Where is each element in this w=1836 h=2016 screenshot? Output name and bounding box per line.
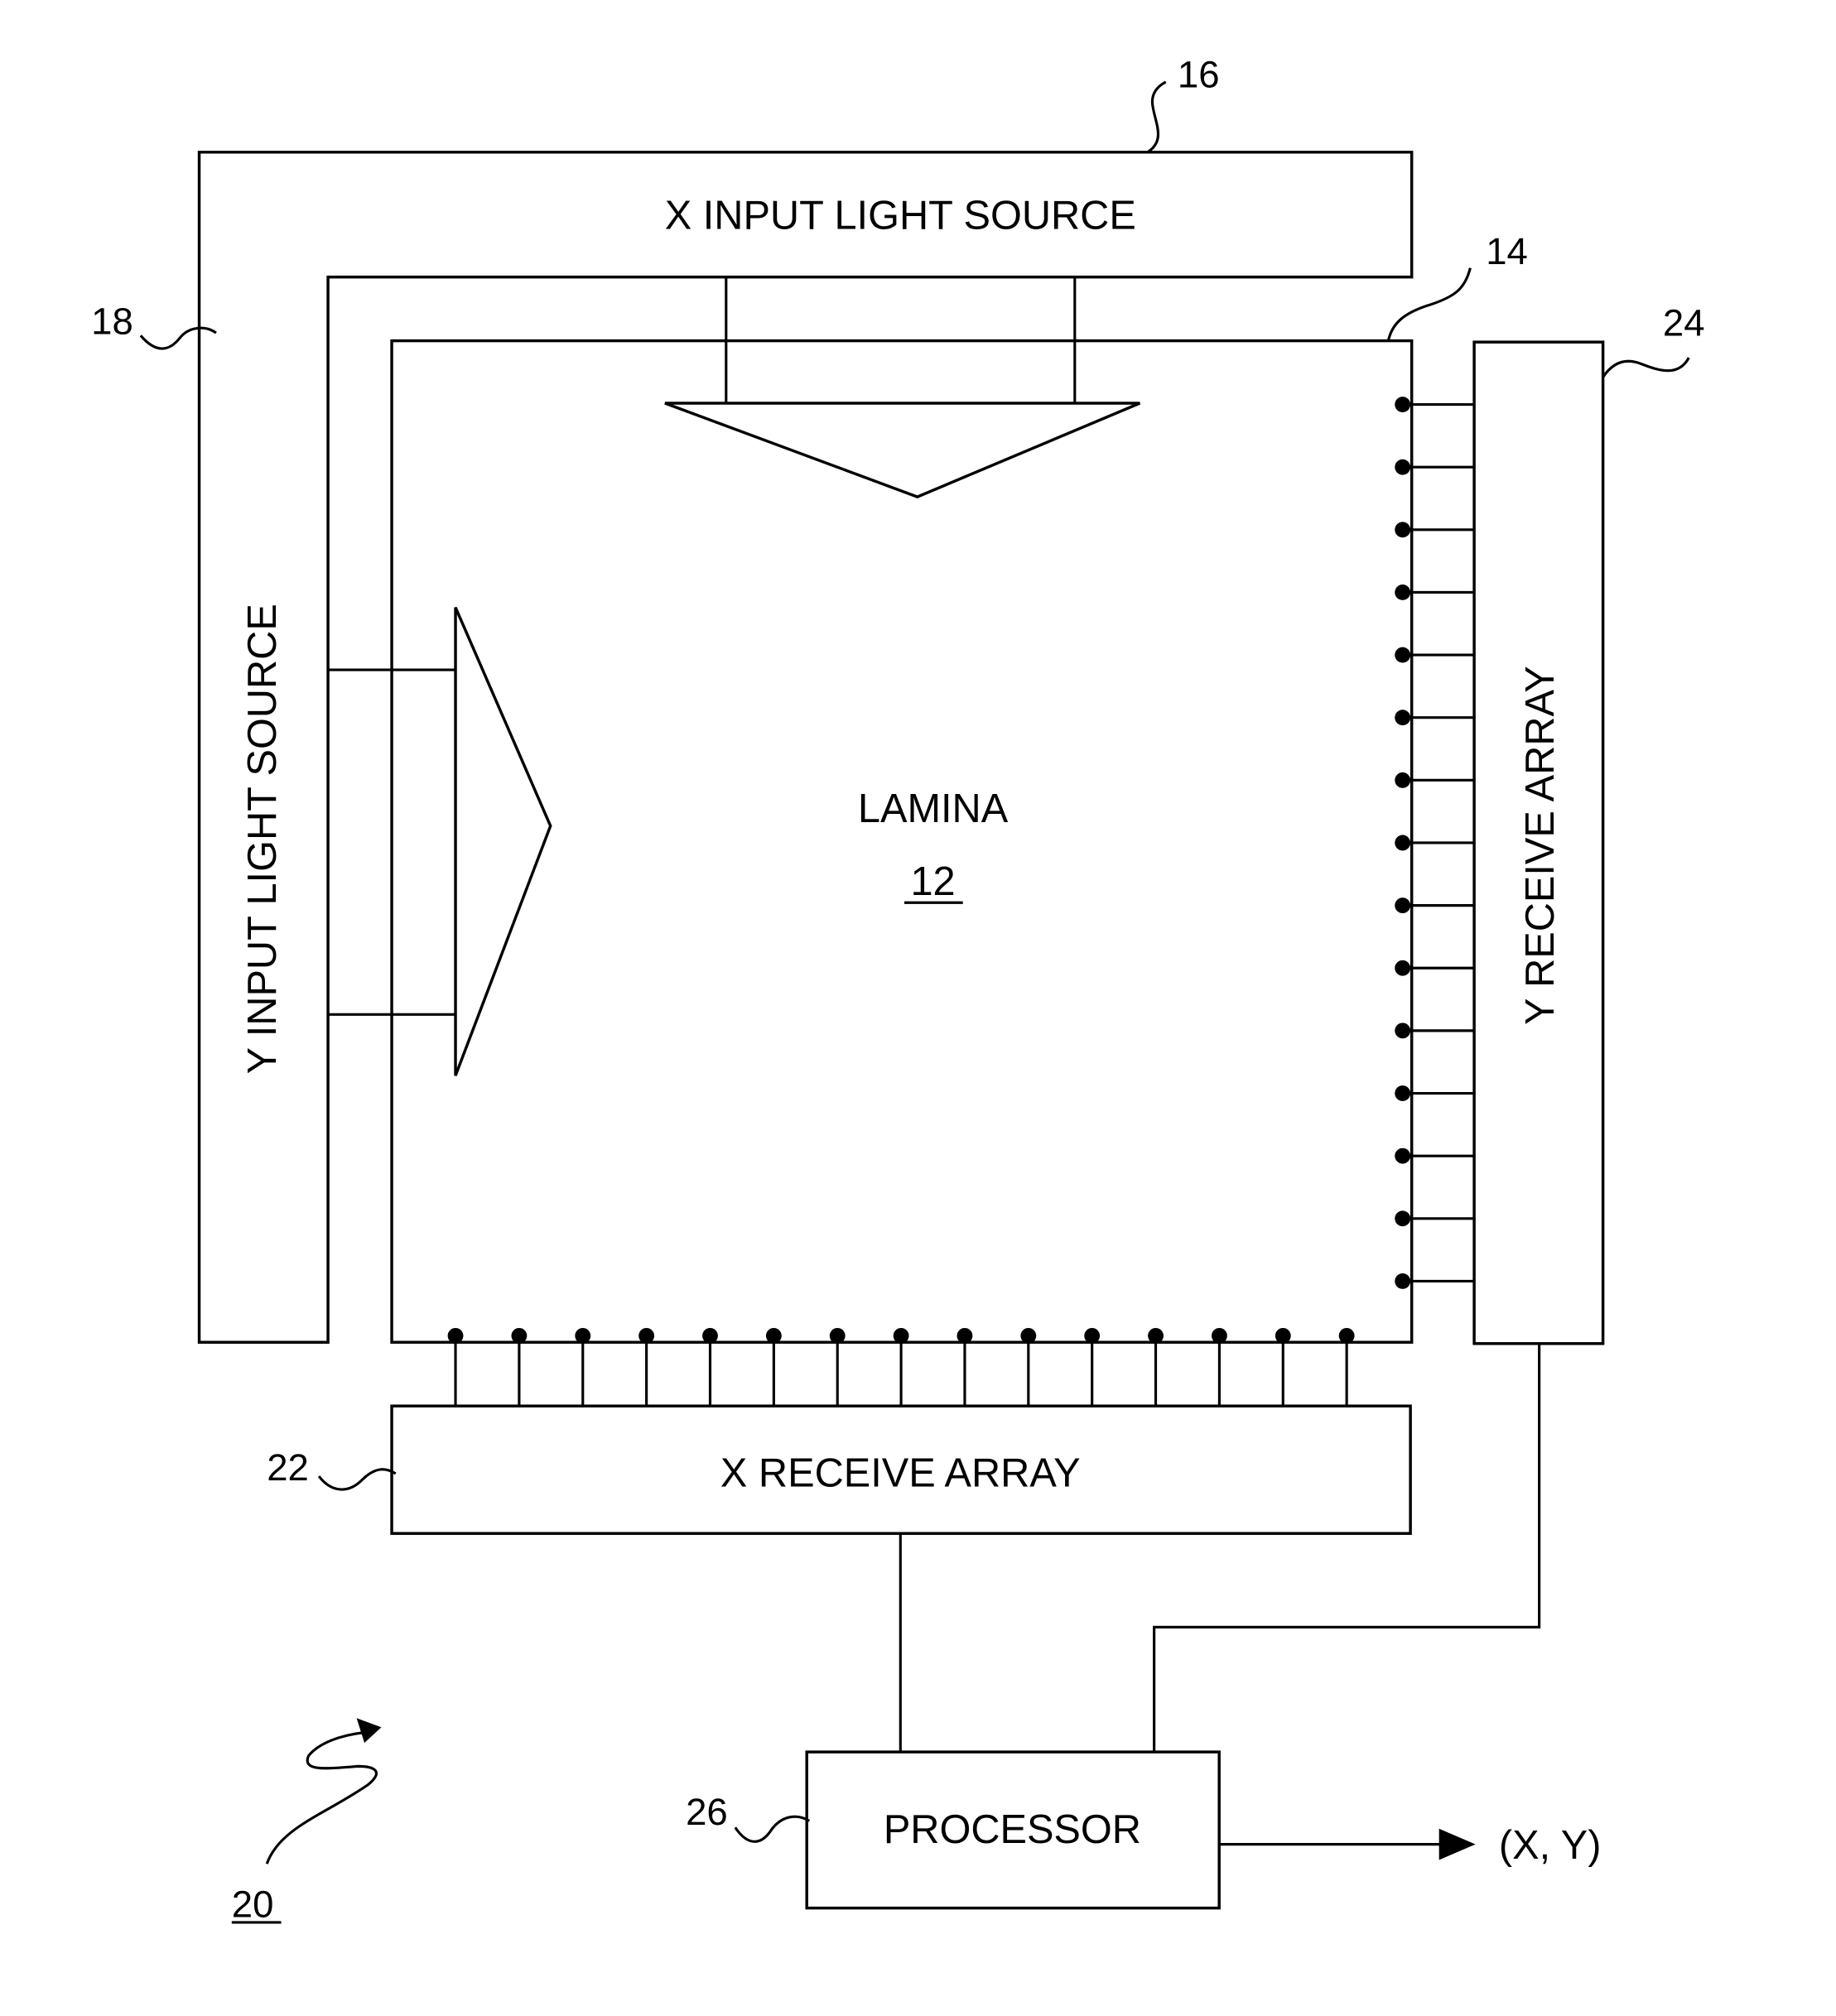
leader-14 bbox=[1386, 267, 1472, 341]
ref-16: 16 bbox=[1178, 53, 1220, 95]
output-arrow-icon bbox=[1438, 1828, 1476, 1860]
squiggle-arrowhead-icon bbox=[356, 1718, 382, 1744]
x-receiver-dot bbox=[1275, 1327, 1291, 1344]
x-receiver-dot bbox=[575, 1327, 591, 1344]
y-receiver-dot bbox=[1395, 647, 1411, 663]
output-coordinates-label: (X, Y) bbox=[1499, 1823, 1602, 1868]
x-receiver-dot bbox=[829, 1327, 846, 1344]
y-receiver-dot bbox=[1395, 585, 1411, 600]
y-receiver-dot bbox=[1395, 897, 1411, 914]
x-input-light-source-label: X INPUT LIGHT SOURCE bbox=[665, 193, 1136, 238]
x-receiver-dot bbox=[765, 1327, 782, 1344]
x-receiver-dot bbox=[1211, 1327, 1227, 1344]
leader-24 bbox=[1602, 357, 1690, 378]
y-receiver-dot bbox=[1395, 1085, 1411, 1101]
ref-22: 22 bbox=[267, 1446, 309, 1489]
y-receiver-dot bbox=[1395, 835, 1411, 851]
y-receivers bbox=[1395, 397, 1475, 1289]
lamina-ref: 12 bbox=[910, 859, 955, 904]
processor-label: PROCESSOR bbox=[884, 1807, 1141, 1852]
y-receiver-dot bbox=[1395, 397, 1411, 412]
y-receiver-dot bbox=[1395, 1022, 1411, 1039]
y-input-light-source-label: Y INPUT LIGHT SOURCE bbox=[240, 604, 285, 1074]
patent-diagram: X INPUT LIGHT SOURCE Y INPUT LIGHT SOURC… bbox=[91, 53, 1705, 1926]
y-receiver-dot bbox=[1395, 960, 1411, 976]
lamina-label: LAMINA bbox=[858, 787, 1009, 831]
y-receiver-dot bbox=[1395, 1148, 1411, 1164]
x-receiver-dot bbox=[1020, 1327, 1037, 1344]
x-receive-array-label: X RECEIVE ARRAY bbox=[720, 1451, 1081, 1496]
figure-ref-20: 20 bbox=[232, 1884, 274, 1926]
x-receiver-dot bbox=[893, 1327, 909, 1344]
x-receiver-dot bbox=[511, 1327, 528, 1344]
x-receiver-dot bbox=[1338, 1327, 1355, 1344]
leader-16 bbox=[1146, 80, 1167, 154]
y-receiver-dot bbox=[1395, 710, 1411, 726]
leader-26 bbox=[734, 1815, 811, 1843]
y-receive-array-label: Y RECEIVE ARRAY bbox=[1518, 666, 1563, 1025]
x-receiver-dot bbox=[447, 1327, 464, 1344]
ref-26: 26 bbox=[686, 1791, 728, 1833]
squiggle-arrow-icon bbox=[265, 1730, 378, 1864]
y-receiver-dot bbox=[1395, 1210, 1411, 1227]
y-receiver-dot bbox=[1395, 522, 1411, 538]
ref-24: 24 bbox=[1663, 301, 1705, 344]
ref-18: 18 bbox=[91, 301, 133, 343]
y-receiver-dot bbox=[1395, 1273, 1411, 1289]
x-receiver-dot bbox=[702, 1327, 718, 1344]
x-receiver-dot bbox=[1148, 1327, 1164, 1344]
x-receiver-dot bbox=[1084, 1327, 1101, 1344]
y-receiver-dot bbox=[1395, 772, 1411, 788]
y-receiver-dot bbox=[1395, 459, 1411, 475]
x-receivers bbox=[447, 1327, 1355, 1407]
x-receiver-dot bbox=[957, 1327, 973, 1344]
ref-14: 14 bbox=[1486, 230, 1528, 272]
x-receiver-dot bbox=[639, 1327, 655, 1344]
leader-22 bbox=[317, 1468, 397, 1491]
